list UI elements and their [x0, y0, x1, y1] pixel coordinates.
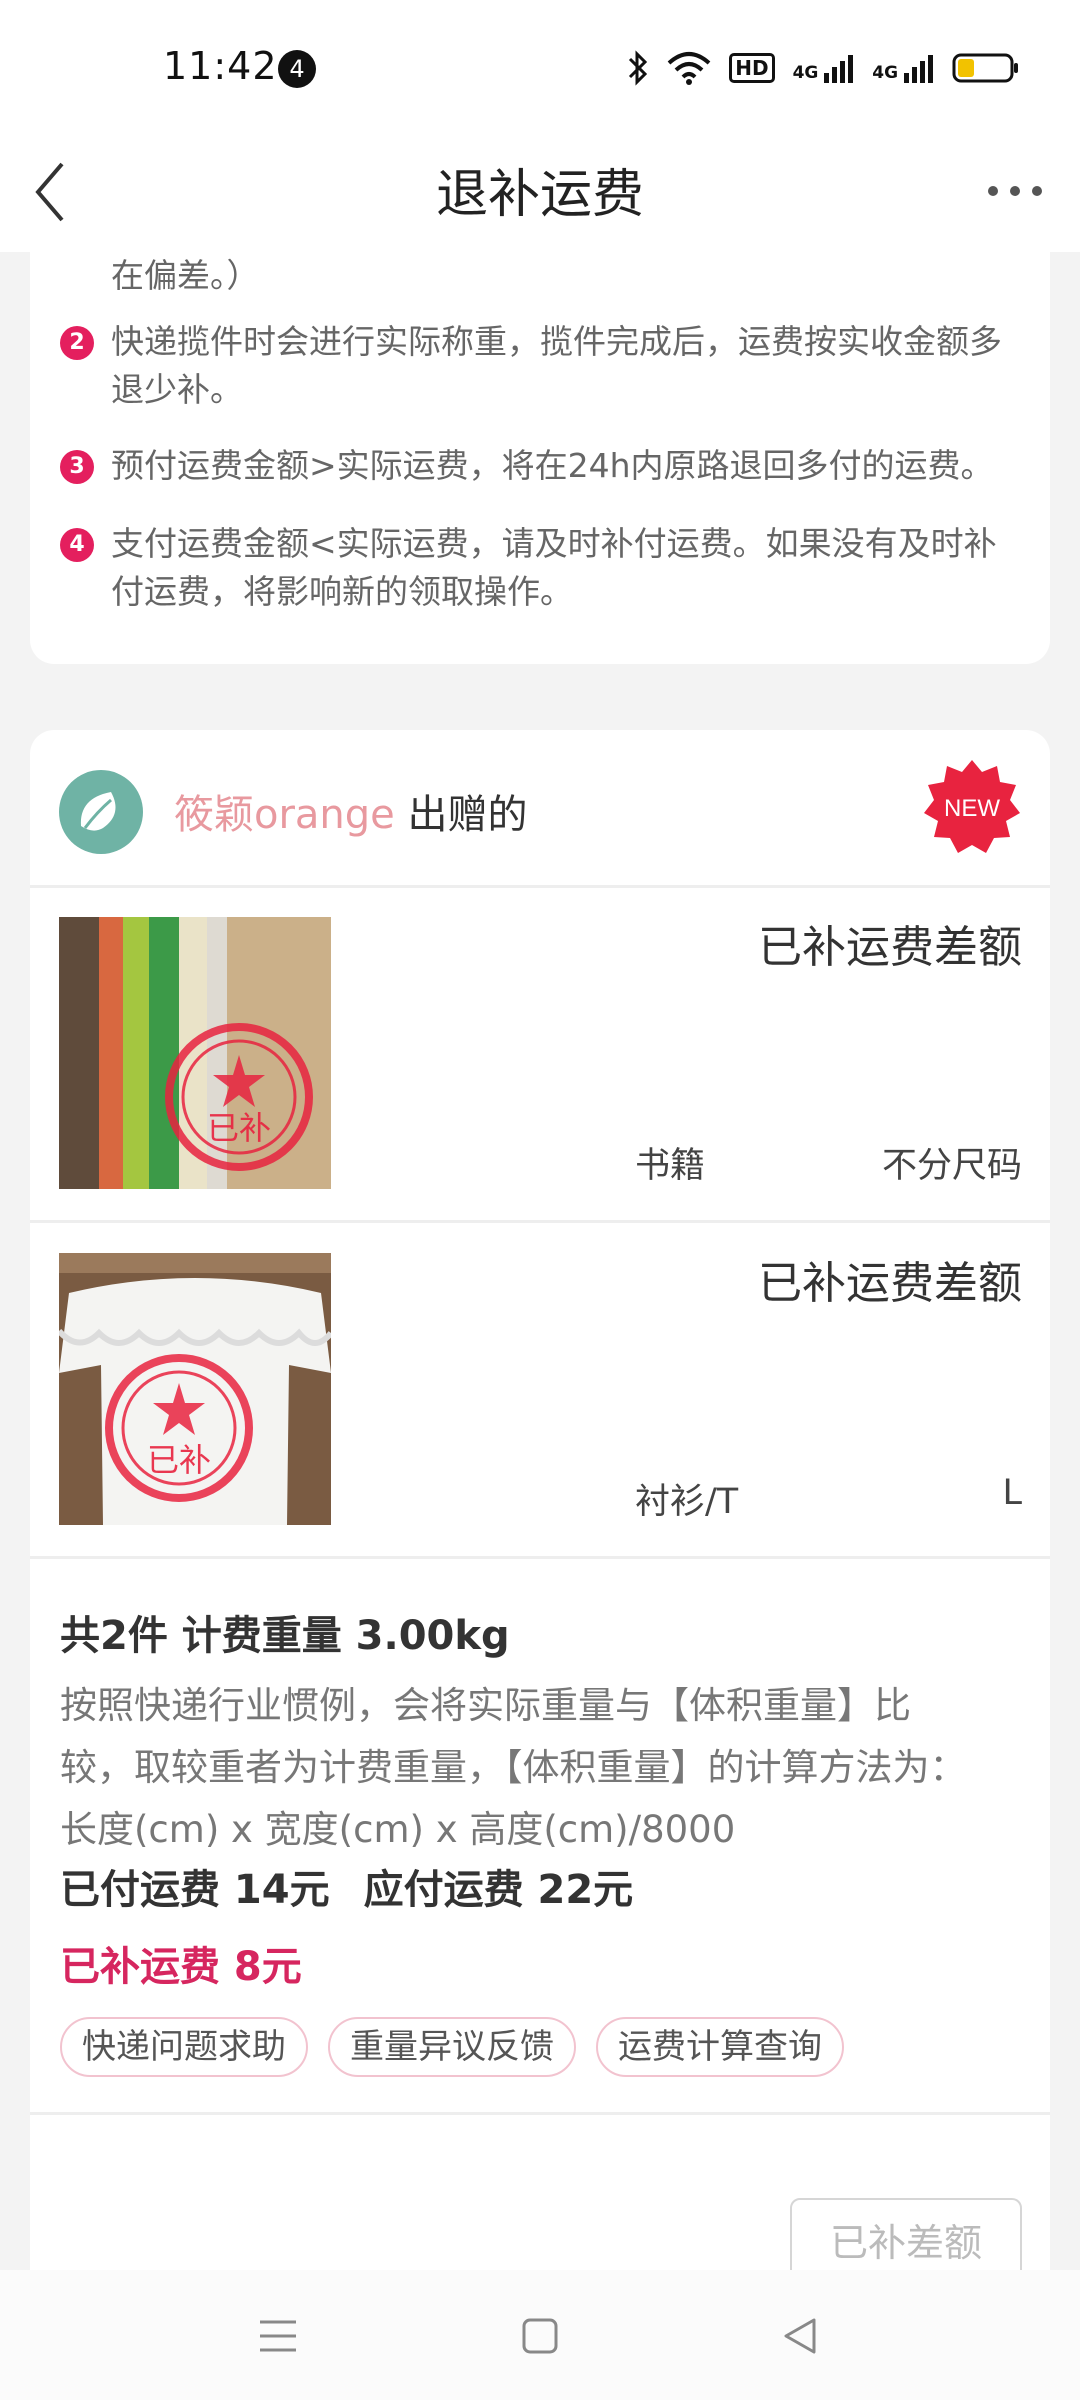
back-icon[interactable] [774, 2310, 826, 2362]
rule-text: 支付运费金额<实际运费，请及时补付运费。如果没有及时补付运费，将影响新的领取操作… [111, 524, 997, 611]
system-icons: HD 4G 4G [627, 48, 1020, 88]
page-title: 退补运费 [435, 165, 644, 225]
supplemented-button[interactable]: 已补差额 [790, 2198, 1022, 2270]
item-size: 不分尺码 [881, 1146, 1022, 1186]
status-time: 11:42 [163, 44, 278, 88]
rule-number: 4 [60, 528, 94, 562]
system-nav-bar [0, 2270, 1080, 2400]
item-size: L [1002, 1473, 1023, 1513]
item-image-books[interactable]: 已补 [59, 917, 331, 1189]
nav-bar: 退补运费 [0, 130, 1080, 252]
bluetooth-icon [629, 50, 648, 86]
supplemented-fee: 已补运费 8元 [60, 1944, 302, 1990]
status-bar: 11:42 4 HD 4G 4G [0, 0, 1080, 130]
shipping-rules-card: 在偏差。） 2 快递揽件时会进行实际称重，揽件完成后，运费按实收金额多退少补。 … [30, 252, 1050, 664]
rule-text: 预付运费金额>实际运费，将在24h内原路退回多付的运费。 [111, 446, 994, 485]
giver-text: 筱颖orange 出赠的 [174, 782, 528, 840]
rule-item: 在偏差。） [60, 252, 1010, 300]
paid-fee: 已付运费 14元 [60, 1867, 330, 1913]
home-icon[interactable] [514, 2310, 566, 2362]
new-badge: NEW [922, 758, 1022, 858]
rule-number: 2 [60, 326, 94, 360]
summary-title: 共2件 计费重量 3.00kg [60, 1613, 510, 1659]
item-status: 已补运费差额 [758, 1258, 1022, 1309]
notification-count-badge: 4 [278, 50, 316, 88]
item-stamp: 已补 [207, 1109, 271, 1147]
menu-icon[interactable] [252, 2310, 304, 2362]
rule-item: 2 快递揽件时会进行实际称重，揽件完成后，运费按实收金额多退少补。 [60, 318, 1010, 414]
summary-description: 按照快递行业惯例，会将实际重量与【体积重量】比较，取较重者为计费重量，【体积重量… [60, 1684, 967, 1851]
rule-item: 4 支付运费金额<实际运费，请及时补付运费。如果没有及时补付运费，将影响新的领取… [60, 520, 1010, 616]
giver-header[interactable]: 筱颖orange 出赠的 NEW [30, 730, 1050, 888]
battery-icon [952, 53, 1018, 83]
giver-suffix: 出赠的 [394, 792, 528, 838]
help-chips: 快递问题求助 重量异议反馈 运费计算查询 [60, 2017, 844, 2077]
shipping-summary: 共2件 计费重量 3.00kg 按照快递行业惯例，会将实际重量与【体积重量】比较… [30, 1557, 1050, 2115]
list-item[interactable]: 已补 已补运费差额 衬衫/T L [30, 1223, 1050, 1559]
signal-icon-2: 4G [872, 53, 934, 83]
item-stamp: 已补 [147, 1441, 211, 1479]
new-badge-label: NEW [944, 795, 1000, 822]
rule-text: 快递揽件时会进行实际称重，揽件完成后，运费按实收金额多退少补。 [111, 322, 1002, 409]
wifi-icon [667, 52, 711, 85]
signal-icon-1: 4G [793, 53, 855, 83]
item-status: 已补运费差额 [758, 922, 1022, 973]
order-card: 筱颖orange 出赠的 NEW 已补 已补运费差额 书籍 不分尺码 已补 已补… [30, 730, 1050, 2270]
avatar[interactable] [59, 770, 143, 854]
rule-text: 在偏差。） [111, 256, 260, 295]
chip-weight-feedback[interactable]: 重量异议反馈 [328, 2017, 576, 2077]
list-item[interactable]: 已补 已补运费差额 书籍 不分尺码 [30, 887, 1050, 1223]
fee-line: 已付运费 14元 应付运费 22元 [60, 1857, 667, 1915]
hd-voice-icon: HD [729, 53, 775, 83]
item-category: 衬衫/T [635, 1482, 739, 1522]
chip-fee-query[interactable]: 运费计算查询 [596, 2017, 844, 2077]
item-category: 书籍 [635, 1146, 706, 1186]
item-image-shirt[interactable]: 已补 [59, 1253, 331, 1525]
more-options-icon[interactable] [980, 160, 1050, 222]
rule-item: 3 预付运费金额>实际运费，将在24h内原路退回多付的运费。 [60, 442, 1010, 490]
due-fee: 应付运费 22元 [363, 1867, 634, 1913]
giver-name[interactable]: 筱颖orange [174, 792, 395, 838]
chip-delivery-help[interactable]: 快递问题求助 [60, 2017, 308, 2077]
rule-number: 3 [60, 450, 94, 484]
